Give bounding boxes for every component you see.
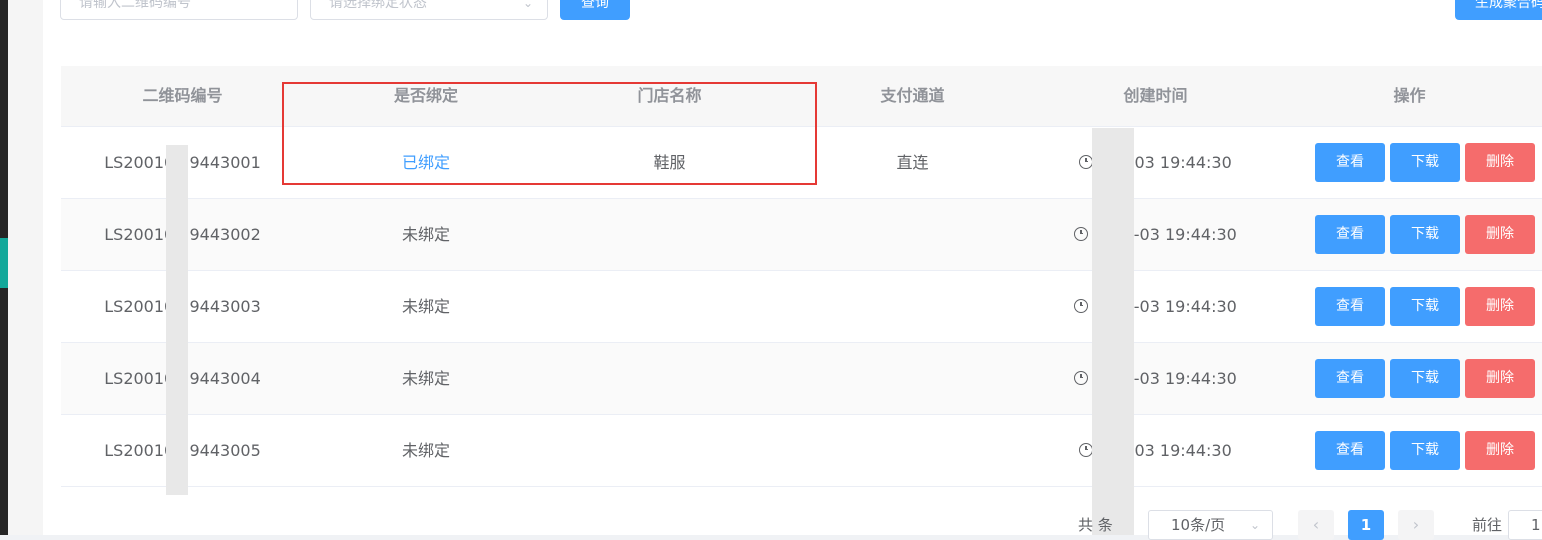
row-actions: 查看 下载 删除 — [1277, 199, 1542, 270]
page-size-select[interactable]: 10条/页 ⌄ — [1148, 510, 1273, 540]
jump-label: 前往 — [1472, 516, 1503, 534]
highlight-box — [282, 82, 817, 185]
created-time: 20 1-03 19:44:30 — [1034, 199, 1277, 270]
view-button[interactable]: 查看 — [1315, 215, 1385, 254]
chevron-down-icon: ⌄ — [522, 0, 533, 10]
download-button[interactable]: 下载 — [1390, 215, 1460, 254]
next-page-button[interactable]: › — [1398, 510, 1434, 540]
view-button[interactable]: 查看 — [1315, 143, 1385, 182]
bind-status-placeholder: 请选择绑定状态 — [329, 0, 427, 11]
store-name — [548, 415, 791, 486]
column-header-channel: 支付通道 — [880, 86, 945, 105]
created-time: 20 1-03 19:44:30 — [1034, 271, 1277, 342]
delete-button[interactable]: 删除 — [1465, 143, 1535, 182]
column-header-code: 二维码编号 — [142, 86, 223, 105]
row-actions: 查看 下载 删除 — [1277, 271, 1542, 342]
delete-button[interactable]: 删除 — [1465, 215, 1535, 254]
row-actions: 查看 下载 删除 — [1277, 127, 1542, 198]
payment-channel — [791, 415, 1034, 486]
view-button[interactable]: 查看 — [1315, 287, 1385, 326]
payment-channel — [791, 343, 1034, 414]
delete-button[interactable]: 删除 — [1465, 359, 1535, 398]
query-button[interactable]: 查询 — [560, 0, 630, 20]
download-button[interactable]: 下载 — [1390, 143, 1460, 182]
content-gutter — [8, 0, 43, 535]
sidebar-active-indicator — [0, 238, 8, 288]
pagination-total: 共 条 — [1078, 516, 1113, 534]
store-name — [548, 199, 791, 270]
store-name — [548, 271, 791, 342]
page-size-value: 10条/页 — [1171, 516, 1226, 534]
generate-code-button[interactable]: 生成聚合码 — [1455, 0, 1542, 20]
download-button[interactable]: 下载 — [1390, 359, 1460, 398]
clock-icon — [1074, 226, 1089, 241]
jump-page-input[interactable]: 1 — [1508, 510, 1542, 540]
clock-icon — [1074, 370, 1089, 385]
table-row: LS20010 19443002 未绑定 20 1-03 19:44:30 查看… — [61, 199, 1542, 271]
column-header-time: 创建时间 — [1123, 86, 1188, 105]
store-name — [548, 343, 791, 414]
delete-button[interactable]: 删除 — [1465, 287, 1535, 326]
row-actions: 查看 下载 删除 — [1277, 343, 1542, 414]
table-row: LS20010 19443003 未绑定 20 1-03 19:44:30 查看… — [61, 271, 1542, 343]
download-button[interactable]: 下载 — [1390, 287, 1460, 326]
payment-channel: 直连 — [896, 153, 929, 172]
current-page-button[interactable]: 1 — [1348, 510, 1384, 540]
download-button[interactable]: 下载 — [1390, 431, 1460, 470]
created-time: 20 -03 19:44:30 — [1034, 127, 1277, 198]
column-header-actions: 操作 — [1393, 86, 1426, 105]
table-row: LS20010 19443005 未绑定 2 1-03 19:44:30 查看 … — [61, 415, 1542, 487]
payment-channel — [791, 271, 1034, 342]
bind-status: 未绑定 — [401, 225, 450, 244]
clock-icon — [1074, 298, 1089, 313]
payment-channel — [791, 199, 1034, 270]
prev-page-button[interactable]: ‹ — [1298, 510, 1334, 540]
redaction-mask-date — [1092, 128, 1134, 535]
qr-code-search-input[interactable]: 请输入二维码编号 — [60, 0, 298, 20]
bind-status: 未绑定 — [401, 297, 450, 316]
bind-status: 未绑定 — [401, 369, 450, 388]
table-row: LS20010 19443004 未绑定 20 1-03 19:44:30 查看… — [61, 343, 1542, 415]
row-actions: 查看 下载 删除 — [1277, 415, 1542, 486]
created-time: 20 1-03 19:44:30 — [1034, 343, 1277, 414]
redaction-mask-code — [166, 145, 188, 495]
bind-status: 未绑定 — [401, 441, 450, 460]
view-button[interactable]: 查看 — [1315, 359, 1385, 398]
bind-status-select[interactable]: 请选择绑定状态 ⌄ — [310, 0, 548, 20]
view-button[interactable]: 查看 — [1315, 431, 1385, 470]
created-time: 2 1-03 19:44:30 — [1034, 415, 1277, 486]
delete-button[interactable]: 删除 — [1465, 431, 1535, 470]
